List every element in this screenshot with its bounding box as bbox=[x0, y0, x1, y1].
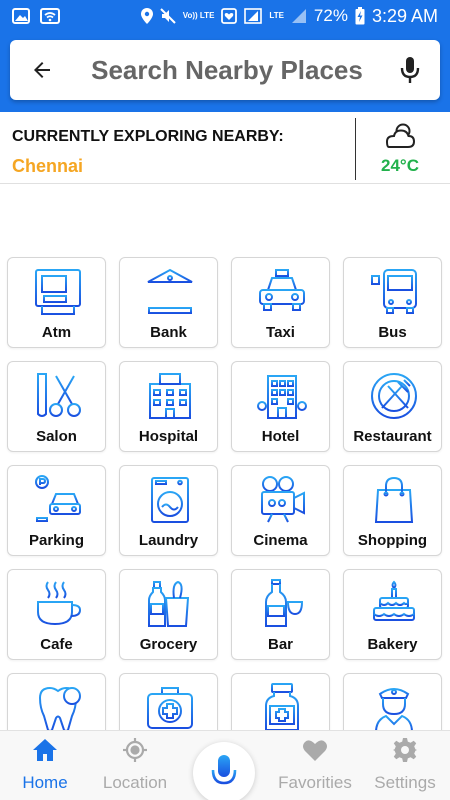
nav-location[interactable]: Location bbox=[90, 731, 180, 800]
nav-label: Favorities bbox=[278, 773, 352, 792]
bar-icon bbox=[265, 579, 304, 627]
category-label: Hospital bbox=[138, 428, 199, 445]
category-bank[interactable]: Bank bbox=[119, 257, 218, 348]
location-target-icon bbox=[123, 738, 147, 762]
taxi-icon bbox=[259, 269, 305, 311]
nav-label: Location bbox=[102, 773, 168, 792]
category-restaurant[interactable]: Restaurant bbox=[343, 361, 442, 452]
nav-home[interactable]: Home bbox=[0, 731, 90, 800]
category-label: Parking bbox=[28, 532, 85, 549]
atm-icon bbox=[35, 269, 81, 315]
category-hotel[interactable]: Hotel bbox=[231, 361, 330, 452]
microphone-icon bbox=[211, 755, 237, 791]
home-icon bbox=[33, 739, 57, 761]
category-label: Restaurant bbox=[353, 428, 432, 445]
battery-percent: 72% bbox=[313, 6, 348, 25]
hospital-icon bbox=[149, 373, 191, 419]
volte-indicator: Vo)) LTE bbox=[182, 11, 215, 20]
nav-label: Home bbox=[22, 773, 68, 792]
category-bakery[interactable]: Bakery bbox=[343, 569, 442, 660]
cinema-icon bbox=[261, 476, 305, 523]
heart-icon bbox=[303, 740, 327, 761]
nav-label: Settings bbox=[374, 773, 436, 792]
grocery-icon bbox=[148, 580, 190, 627]
category-label: Cinema bbox=[253, 532, 308, 549]
back-button[interactable] bbox=[10, 58, 74, 82]
bus-icon bbox=[371, 269, 417, 314]
police-icon bbox=[375, 688, 413, 733]
nav-favorites[interactable]: Favorities bbox=[270, 731, 360, 800]
voice-search-button[interactable] bbox=[380, 56, 440, 84]
parking-icon bbox=[35, 475, 81, 522]
dentist-icon bbox=[38, 686, 81, 732]
category-taxi[interactable]: Taxi bbox=[231, 257, 330, 348]
exploring-label: CURRENTLY EXPLORING NEARBY: bbox=[12, 128, 284, 145]
category-label: Bakery bbox=[367, 636, 418, 653]
cloudy-icon bbox=[385, 123, 416, 148]
current-location-panel: CURRENTLY EXPLORING NEARBY: Chennai 24°C bbox=[0, 112, 450, 184]
status-bar: Vo)) LTE LTE 72% 3:29 AM bbox=[0, 0, 450, 32]
microphone-icon bbox=[400, 57, 420, 83]
signal-icon bbox=[244, 8, 263, 24]
wifi-notification-icon bbox=[40, 8, 60, 24]
pharmacy-icon bbox=[265, 683, 299, 731]
hotel-icon bbox=[257, 375, 307, 419]
gallery-notification-icon bbox=[12, 8, 30, 24]
gear-icon bbox=[393, 738, 417, 762]
category-shopping[interactable]: Shopping bbox=[343, 465, 442, 556]
laundry-icon bbox=[151, 477, 189, 523]
category-label: Salon bbox=[36, 428, 77, 445]
first-aid-icon bbox=[147, 687, 193, 729]
category-label: Hotel bbox=[261, 428, 300, 445]
salon-icon bbox=[37, 373, 81, 417]
app-screen: Vo)) LTE LTE 72% 3:29 AM Search Nearby P… bbox=[0, 0, 450, 800]
clock: 3:29 AM bbox=[371, 5, 438, 26]
bakery-icon bbox=[370, 580, 418, 625]
bank-icon bbox=[147, 268, 193, 314]
signal-bars-icon bbox=[291, 9, 306, 23]
category-parking[interactable]: Parking bbox=[7, 465, 106, 556]
shopping-icon bbox=[374, 476, 414, 523]
search-input[interactable]: Search Nearby Places bbox=[74, 55, 380, 86]
location-pin-icon bbox=[140, 8, 153, 24]
search-bar[interactable]: Search Nearby Places bbox=[10, 40, 440, 100]
category-label: Bar bbox=[267, 636, 293, 653]
category-label: Bus bbox=[378, 324, 407, 341]
temperature: 24°C bbox=[381, 156, 419, 175]
category-label: Shopping bbox=[357, 532, 428, 549]
heart-notification-icon bbox=[221, 8, 238, 24]
current-city[interactable]: Chennai bbox=[12, 156, 83, 177]
category-label: Laundry bbox=[138, 532, 199, 549]
category-label: Bank bbox=[150, 324, 187, 341]
category-laundry[interactable]: Laundry bbox=[119, 465, 218, 556]
lte-indicator: LTE bbox=[269, 11, 284, 20]
category-cinema[interactable]: Cinema bbox=[231, 465, 330, 556]
category-hospital[interactable]: Hospital bbox=[119, 361, 218, 452]
category-label: Grocery bbox=[139, 636, 198, 653]
divider bbox=[355, 118, 356, 180]
mute-icon bbox=[159, 8, 176, 24]
app-header: Search Nearby Places bbox=[0, 32, 450, 112]
category-grocery[interactable]: Grocery bbox=[119, 569, 218, 660]
category-label: Taxi bbox=[266, 324, 295, 341]
restaurant-icon bbox=[371, 373, 417, 419]
cafe-icon bbox=[36, 581, 82, 628]
category-label: Cafe bbox=[40, 636, 73, 653]
voice-fab-button[interactable] bbox=[193, 742, 255, 800]
category-cafe[interactable]: Cafe bbox=[7, 569, 106, 660]
category-salon[interactable]: Salon bbox=[7, 361, 106, 452]
battery-charging-icon bbox=[355, 7, 365, 25]
category-bar[interactable]: Bar bbox=[231, 569, 330, 660]
category-atm[interactable]: Atm bbox=[7, 257, 106, 348]
category-label: Atm bbox=[41, 324, 72, 341]
nav-settings[interactable]: Settings bbox=[360, 731, 450, 800]
category-bus[interactable]: Bus bbox=[343, 257, 442, 348]
arrow-back-icon bbox=[34, 62, 50, 78]
